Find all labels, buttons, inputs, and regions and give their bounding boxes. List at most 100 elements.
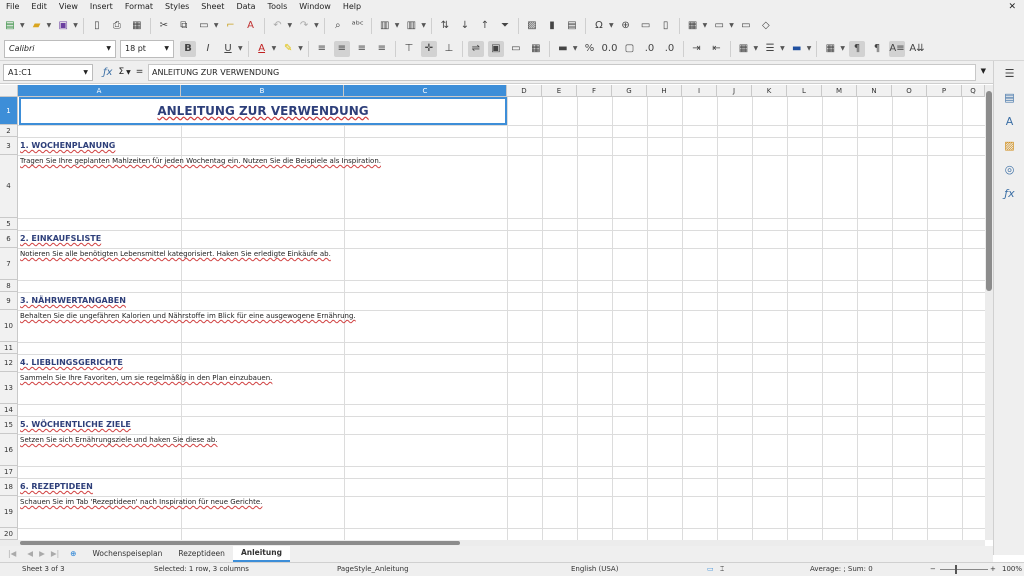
special-character-icon[interactable]: Ω xyxy=(591,18,607,34)
delete-decimal-icon[interactable]: .0 xyxy=(662,41,678,57)
new-icon[interactable]: ▤ xyxy=(2,18,18,34)
menu-tools[interactable]: Tools xyxy=(262,0,294,14)
unmerge-cells-icon[interactable]: ▦ xyxy=(528,41,544,57)
redo-dropdown-icon[interactable]: ▼ xyxy=(314,22,319,29)
spreadsheet-grid[interactable]: A B C D E F G H I J K L M N O P Q 1 2 3 … xyxy=(0,85,985,540)
sum-dropdown-icon[interactable]: ▼ xyxy=(126,69,131,76)
conditional-format-icon[interactable]: ▦ xyxy=(822,41,838,57)
font-size-combo[interactable]: 18 pt ▼ xyxy=(120,39,174,58)
column-header-n[interactable]: N xyxy=(857,85,892,97)
align-right-icon[interactable]: ≡ xyxy=(354,41,370,57)
section-heading-3[interactable]: 3. NÄHRWERTANGABEN xyxy=(20,296,126,305)
section-text-4[interactable]: Sammeln Sie Ihre Favoriten, um sie regel… xyxy=(20,374,272,382)
export-pdf-icon[interactable]: ▯ xyxy=(89,18,105,34)
column-header-m[interactable]: M xyxy=(822,85,857,97)
zoom-level[interactable]: 100% xyxy=(1002,565,1022,573)
menu-data[interactable]: Data xyxy=(230,0,261,14)
left-to-right-icon[interactable]: ¶ xyxy=(849,40,865,57)
row-icon[interactable]: ▥ xyxy=(377,18,393,34)
styles-icon[interactable]: A xyxy=(994,109,1024,133)
bold-icon[interactable]: B xyxy=(180,40,196,57)
page-style[interactable]: PageStyle_Anleitung xyxy=(337,565,409,573)
text-direction-horizontal-icon[interactable]: A≡ xyxy=(889,40,905,57)
hyperlink-icon[interactable]: ⊕ xyxy=(618,18,634,34)
properties-icon[interactable]: ▤ xyxy=(994,85,1024,109)
undo-icon[interactable]: ↶ xyxy=(270,18,286,34)
insert-image-icon[interactable]: ▨ xyxy=(524,18,540,34)
spelling-icon[interactable]: ᵃᵇᶜ xyxy=(350,18,366,34)
column-header-k[interactable]: K xyxy=(752,85,787,97)
borders-dropdown-icon[interactable]: ▼ xyxy=(754,45,759,52)
row-dropdown-icon[interactable]: ▼ xyxy=(395,22,400,29)
section-text-5[interactable]: Setzen Sie sich Ernährungsziele und hake… xyxy=(20,436,218,444)
special-character-dropdown-icon[interactable]: ▼ xyxy=(609,22,614,29)
section-text-3[interactable]: Behalten Sie die ungefähren Kalorien und… xyxy=(20,312,356,320)
column-header-j[interactable]: J xyxy=(717,85,752,97)
row-header-14[interactable]: 14 xyxy=(0,404,18,416)
freeze-rows-columns-icon[interactable]: ▭ xyxy=(711,18,727,34)
wrap-text-icon[interactable]: ⇌ xyxy=(467,40,484,57)
highlight-color-icon[interactable]: ✎ xyxy=(280,41,296,57)
hamburger-menu-icon[interactable]: ☰ xyxy=(994,61,1024,85)
merge-cells-icon[interactable]: ▭ xyxy=(508,41,524,57)
row-header-3[interactable]: 3 xyxy=(0,137,18,155)
column-header-d[interactable]: D xyxy=(507,85,542,97)
border-color-icon[interactable]: ▬ xyxy=(789,41,805,57)
menu-file[interactable]: File xyxy=(0,0,25,14)
text-language[interactable]: English (USA) xyxy=(571,565,618,573)
sum-icon[interactable]: Σ xyxy=(118,67,124,77)
align-middle-icon[interactable]: ✛ xyxy=(420,40,437,57)
borders-icon[interactable]: ▦ xyxy=(736,41,752,57)
menu-insert[interactable]: Insert xyxy=(84,0,119,14)
align-top-icon[interactable]: ⊤ xyxy=(401,41,417,57)
border-style-dropdown-icon[interactable]: ▼ xyxy=(780,45,785,52)
add-sheet-icon[interactable]: ⊕ xyxy=(62,547,84,561)
row-header-19[interactable]: 19 xyxy=(0,496,18,528)
clear-formatting-icon[interactable]: A xyxy=(243,18,259,34)
formula-input[interactable]: ANLEITUNG ZUR VERWENDUNG xyxy=(148,64,976,81)
clone-formatting-icon[interactable]: ⌐ xyxy=(223,18,239,34)
column-header-q[interactable]: Q xyxy=(962,85,985,97)
section-heading-4[interactable]: 4. LIEBLINGSGERICHTE xyxy=(20,358,123,367)
row-header-2[interactable]: 2 xyxy=(0,125,18,137)
row-header-12[interactable]: 12 xyxy=(0,354,18,372)
column-header-g[interactable]: G xyxy=(612,85,647,97)
pivot-table-icon[interactable]: ▤ xyxy=(564,18,580,34)
column-header-p[interactable]: P xyxy=(927,85,962,97)
zoom-slider-handle[interactable] xyxy=(955,565,957,574)
horizontal-scroll-thumb[interactable] xyxy=(20,541,460,545)
border-style-icon[interactable]: ☰ xyxy=(762,41,778,57)
justify-icon[interactable]: ≡ xyxy=(374,41,390,57)
autofilter-icon[interactable]: ⏷ xyxy=(497,18,513,34)
section-heading-2[interactable]: 2. EINKAUFSLISTE xyxy=(20,234,101,243)
row-header-5[interactable]: 5 xyxy=(0,218,18,230)
align-center-icon[interactable]: ≡ xyxy=(333,40,350,57)
menu-sheet[interactable]: Sheet xyxy=(195,0,230,14)
name-box[interactable]: A1:C1 ▼ xyxy=(3,63,93,81)
section-heading-5[interactable]: 5. WÖCHENTLICHE ZIELE xyxy=(20,420,131,429)
copy-icon[interactable]: ⧉ xyxy=(176,18,192,34)
function-wizard-icon[interactable]: ƒx xyxy=(103,67,112,78)
row-header-20[interactable]: 20 xyxy=(0,528,18,540)
headers-footers-icon[interactable]: ▯ xyxy=(658,18,674,34)
zoom-in-icon[interactable]: + xyxy=(990,565,996,573)
number-format-icon[interactable]: 0.0 xyxy=(602,41,618,57)
menu-format[interactable]: Format xyxy=(119,0,159,14)
row-header-6[interactable]: 6 xyxy=(0,230,18,248)
column-header-e[interactable]: E xyxy=(542,85,577,97)
row-header-4[interactable]: 4 xyxy=(0,155,18,218)
column-header-l[interactable]: L xyxy=(787,85,822,97)
save-dropdown-icon[interactable]: ▼ xyxy=(73,22,78,29)
date-format-icon[interactable]: ▢ xyxy=(622,41,638,57)
select-all-corner[interactable] xyxy=(0,85,18,97)
menu-help[interactable]: Help xyxy=(337,0,367,14)
menu-window[interactable]: Window xyxy=(293,0,337,14)
save-icon[interactable]: ▣ xyxy=(55,18,71,34)
align-left-icon[interactable]: ≡ xyxy=(314,41,330,57)
zoom-out-icon[interactable]: − xyxy=(930,565,936,573)
functions-icon[interactable]: ƒx xyxy=(994,181,1024,205)
freeze-dropdown-icon[interactable]: ▼ xyxy=(729,22,734,29)
vertical-scroll-thumb[interactable] xyxy=(986,91,992,291)
add-decimal-icon[interactable]: .0 xyxy=(642,41,658,57)
sheet-tab-rezeptideen[interactable]: Rezeptideen xyxy=(170,547,233,561)
